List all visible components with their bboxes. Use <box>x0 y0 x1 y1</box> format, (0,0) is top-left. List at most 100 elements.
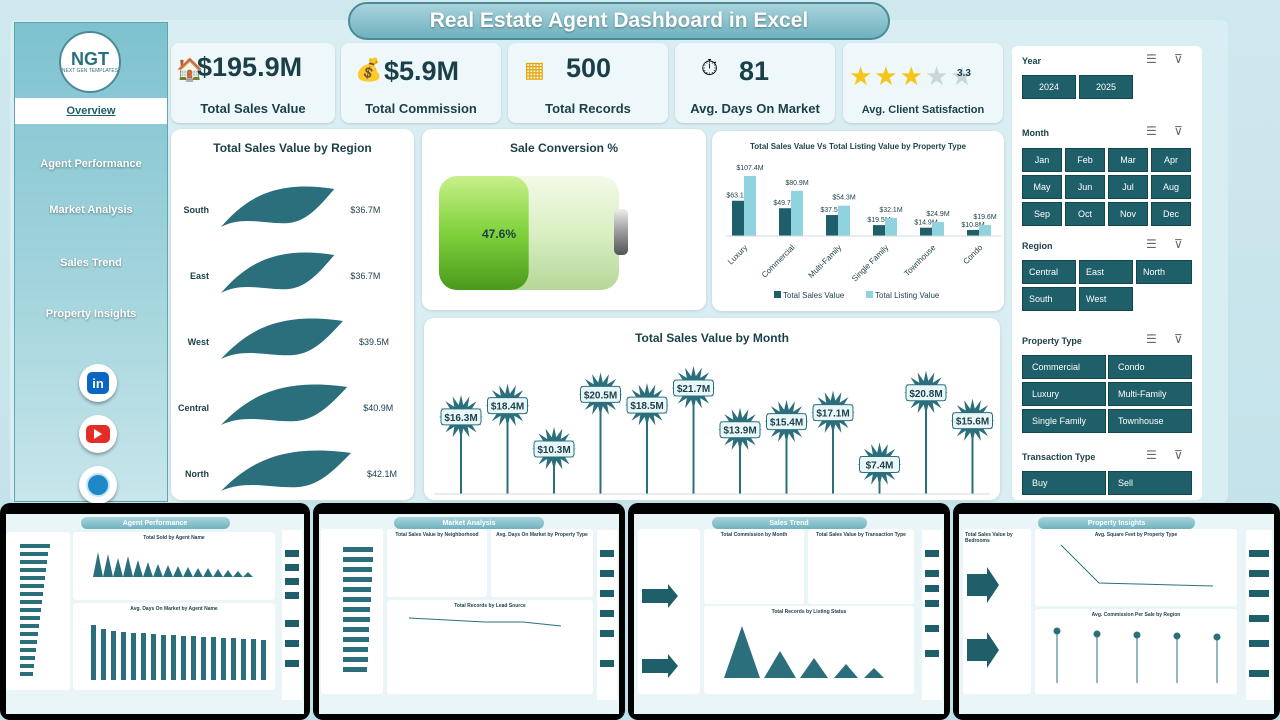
thumbnail-market-analysis[interactable]: Market Analysis Total Sales Value by Nei… <box>313 503 625 720</box>
nav-property-insights[interactable]: Property Insights <box>15 301 167 327</box>
star-icon: ★★★ <box>849 61 925 91</box>
region-label: West <box>188 337 209 347</box>
linkedin-button[interactable]: in <box>79 364 117 402</box>
region-label: North <box>185 469 209 479</box>
month-value-label: $18.5M <box>630 401 663 412</box>
filter-month-jan[interactable]: Jan <box>1022 148 1062 172</box>
multi-select-icon[interactable]: ☰ <box>1146 124 1157 138</box>
kpi-label: Total Commission <box>365 101 477 116</box>
battery-gauge: 47.6% <box>439 176 628 290</box>
filter-year-2024[interactable]: 2024 <box>1022 75 1076 99</box>
region-label: Central <box>178 403 209 413</box>
property-chart: $63.1M$107.4MLuxury$49.7M$80.9MCommercia… <box>726 165 1002 300</box>
listing-bar <box>744 176 756 236</box>
nav-market-analysis[interactable]: Market Analysis <box>15 197 167 223</box>
filter-region-central[interactable]: Central <box>1022 260 1076 284</box>
thumb-chart-title: Total Commission by Month <box>720 532 788 538</box>
filter-month-mar[interactable]: Mar <box>1108 148 1148 172</box>
conversion-value: 47.6% <box>482 227 516 241</box>
filter-month-sep[interactable]: Sep <box>1022 202 1062 226</box>
region-bar <box>221 450 351 491</box>
filter-transaction-buy[interactable]: Buy <box>1022 471 1106 495</box>
nav-overview[interactable]: Overview <box>15 98 167 124</box>
clear-filter-icon[interactable]: ⊽ <box>1174 332 1183 346</box>
region-chart: South $36.7M East $36.7M West $39.5M Central $4… <box>178 186 397 491</box>
kpi-label: Total Sales Value <box>200 101 306 116</box>
region-value-label: $40.9M <box>363 403 393 413</box>
filter-transaction-sell[interactable]: Sell <box>1108 471 1192 495</box>
thumb-arrows <box>642 584 678 678</box>
region-value-label: $36.7M <box>350 205 380 215</box>
filter-region-east[interactable]: East <box>1079 260 1133 284</box>
listing-bar <box>885 218 897 236</box>
logo-subtext: NEXT GEN TEMPLATES <box>61 68 119 74</box>
filter-month-nov[interactable]: Nov <box>1108 202 1148 226</box>
thumb-neighborhood-list <box>321 529 383 694</box>
clear-filter-icon[interactable]: ⊽ <box>1174 124 1183 138</box>
month-value-label: $20.5M <box>584 390 617 401</box>
filter-property-condo[interactable]: Condo <box>1108 355 1192 379</box>
multi-select-icon[interactable]: ☰ <box>1146 52 1157 66</box>
thumb-trend-chart-2: Total Sales Value by Transaction Type <box>808 529 914 604</box>
filter-property-commercial[interactable]: Commercial <box>1022 355 1106 379</box>
sales-bar <box>873 225 885 236</box>
filter-month-may[interactable]: May <box>1022 175 1062 199</box>
nav-sales-trend[interactable]: Sales Trend <box>15 250 167 276</box>
kpi-label: Avg. Client Satisfaction <box>861 104 985 116</box>
category-label: Multi-Family <box>807 243 844 280</box>
youtube-button[interactable] <box>79 415 117 453</box>
clear-filter-icon[interactable]: ⊽ <box>1174 237 1183 251</box>
thumb-chart-title: Total Records by Listing Status <box>771 609 847 615</box>
thumb-market-chart-3: Total Records by Lead Source <box>387 600 593 694</box>
thumb-chart-title: Avg. Commission Per Sale by Region <box>1091 612 1181 618</box>
filter-month-feb[interactable]: Feb <box>1065 148 1105 172</box>
multi-select-icon[interactable]: ☰ <box>1146 237 1157 251</box>
thumb-filters <box>922 530 942 700</box>
listing-bar <box>838 205 850 236</box>
website-button[interactable] <box>79 466 117 504</box>
kpi-value: $195.9M <box>197 52 303 82</box>
kpi-value: 81 <box>739 56 770 86</box>
filter-property-townhouse[interactable]: Townhouse <box>1108 409 1192 433</box>
multi-select-icon[interactable]: ☰ <box>1146 332 1157 346</box>
region-bar <box>221 252 335 293</box>
thumb-lollipops <box>1053 627 1221 683</box>
filter-month-apr[interactable]: Apr <box>1151 148 1191 172</box>
filter-region-south[interactable]: South <box>1022 287 1076 311</box>
filter-year-2025[interactable]: 2025 <box>1079 75 1133 99</box>
filter-region-north[interactable]: North <box>1136 260 1192 284</box>
region-value-label: $39.5M <box>359 337 389 347</box>
filter-month-aug[interactable]: Aug <box>1151 175 1191 199</box>
filter-region-west[interactable]: West <box>1079 287 1133 311</box>
thumbnail-sales-trend[interactable]: Sales Trend Total Commission by Month To… <box>628 503 950 720</box>
sidebar: NGT NEXT GEN TEMPLATES Overview Agent Pe… <box>14 22 168 504</box>
filter-property-luxury[interactable]: Luxury <box>1022 382 1106 406</box>
filter-month-oct[interactable]: Oct <box>1065 202 1105 226</box>
multi-select-icon[interactable]: ☰ <box>1146 448 1157 462</box>
nav-agent-performance[interactable]: Agent Performance <box>15 151 167 177</box>
kpi-avg-days: ⏱ 81 Avg. Days On Market <box>675 43 835 123</box>
thumb-commission-arrows <box>638 529 700 694</box>
month-value-label: $10.3M <box>537 445 570 456</box>
clear-filter-icon[interactable]: ⊽ <box>1174 52 1183 66</box>
thumb-market-chart-1: Total Sales Value by Neighborhood <box>387 529 487 597</box>
month-value-label: $20.8M <box>909 389 942 400</box>
filter-month-jun[interactable]: Jun <box>1065 175 1105 199</box>
filter-property-single-family[interactable]: Single Family <box>1022 409 1106 433</box>
region-bar <box>221 186 335 227</box>
filter-property-multi-family[interactable]: Multi-Family <box>1108 382 1192 406</box>
listing-bar <box>932 222 944 236</box>
thumbnail-screen: Sales Trend Total Commission by Month To… <box>634 514 944 714</box>
thumb-bars <box>343 547 373 672</box>
thumbnail-property-insights[interactable]: Property Insights Total Sales Value by B… <box>953 503 1280 720</box>
thumb-line <box>408 617 562 627</box>
filter-month-jul[interactable]: Jul <box>1108 175 1148 199</box>
month-value-label: $16.3M <box>444 413 477 424</box>
thumbnail-agent-performance[interactable]: Agent Performance Total Sold by Agent Na… <box>0 503 310 720</box>
sales-bar <box>779 208 791 236</box>
bar-value-label: $80.9M <box>785 180 809 187</box>
filter-month-dec[interactable]: Dec <box>1151 202 1191 226</box>
clear-filter-icon[interactable]: ⊽ <box>1174 448 1183 462</box>
listing-bar <box>979 225 991 236</box>
thumb-insights-chart-3: Avg. Commission Per Sale by Region <box>1035 609 1237 694</box>
